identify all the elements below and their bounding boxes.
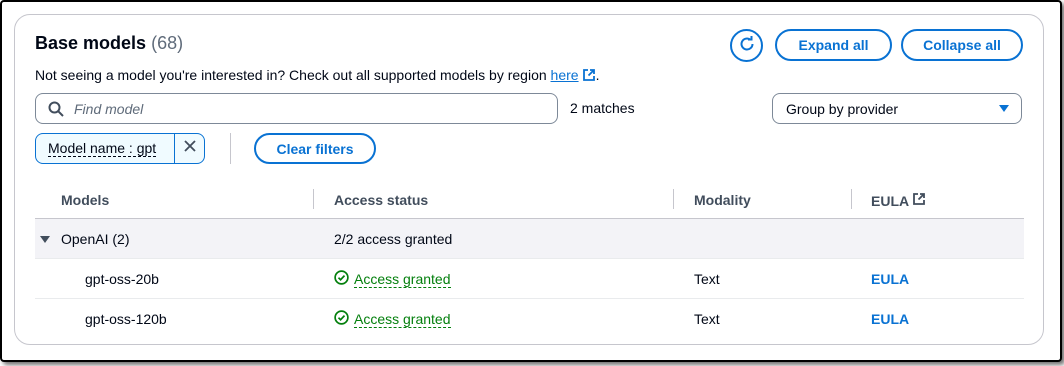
eula-header-text: EULA	[871, 192, 910, 209]
group-name: OpenAI (2)	[61, 231, 130, 247]
model-count: (68)	[151, 33, 184, 53]
page-title: Base models (68)	[35, 33, 183, 54]
access-status[interactable]: Access granted	[334, 310, 451, 328]
filter-token-label: Model name : gpt	[36, 134, 168, 163]
group-access-summary: 2/2 access granted	[334, 231, 453, 247]
link-text: here	[550, 67, 579, 83]
model-name: gpt-oss-120b	[85, 311, 167, 327]
caret-down-icon	[999, 105, 1009, 112]
column-header-access-status[interactable]: Access status	[334, 192, 428, 208]
check-circle-icon	[334, 310, 349, 328]
eula-link[interactable]: EULA	[871, 271, 909, 287]
clear-filters-button[interactable]: Clear filters	[254, 133, 376, 164]
column-header-models[interactable]: Models	[61, 192, 109, 208]
column-divider[interactable]	[673, 189, 674, 209]
models-table: Models Access status Modality EULA OpenA…	[35, 179, 1024, 339]
expand-all-button[interactable]: Expand all	[775, 29, 892, 61]
subtitle: Not seeing a model you're interested in?…	[35, 67, 599, 85]
group-row-openai[interactable]: OpenAI (2) 2/2 access granted	[35, 219, 1024, 259]
search-input[interactable]	[74, 100, 514, 117]
collapse-all-button[interactable]: Collapse all	[901, 29, 1023, 61]
model-name: gpt-oss-20b	[85, 271, 159, 287]
screenshot-frame: Base models (68) Not seeing a model you'…	[0, 0, 1062, 362]
subtitle-text: Not seeing a model you're interested in?…	[35, 67, 547, 83]
column-header-eula[interactable]: EULA	[871, 192, 926, 209]
supported-models-link[interactable]: here	[551, 67, 579, 83]
external-link-icon	[582, 68, 596, 85]
table-row: gpt-oss-120b Access granted Text EULA	[35, 299, 1024, 339]
column-header-modality[interactable]: Modality	[694, 192, 751, 208]
group-by-value: Group by provider	[786, 100, 899, 117]
column-divider[interactable]	[851, 189, 852, 209]
remove-filter-button[interactable]	[174, 134, 204, 163]
column-divider[interactable]	[313, 189, 314, 209]
check-circle-icon	[334, 270, 349, 288]
group-by-select[interactable]: Group by provider	[772, 93, 1022, 124]
external-link-icon	[912, 192, 926, 209]
match-count: 2 matches	[570, 100, 635, 116]
access-status-text: Access granted	[354, 270, 451, 288]
title-text: Base models	[35, 33, 147, 53]
refresh-button[interactable]	[730, 29, 763, 62]
modality: Text	[694, 271, 720, 287]
access-status-text: Access granted	[354, 310, 451, 328]
table-header: Models Access status Modality EULA	[35, 179, 1024, 219]
modality: Text	[694, 311, 720, 327]
subtitle-period: .	[595, 67, 600, 83]
close-icon	[183, 139, 197, 158]
search-icon	[48, 101, 64, 117]
expand-caret-icon[interactable]	[40, 236, 50, 243]
eula-link[interactable]: EULA	[871, 311, 909, 327]
table-row: gpt-oss-20b Access granted Text EULA	[35, 259, 1024, 299]
filter-token-text: Model name : gpt	[48, 140, 157, 157]
base-models-panel: Base models (68) Not seeing a model you'…	[14, 14, 1044, 345]
filter-token: Model name : gpt	[35, 133, 205, 164]
refresh-icon	[738, 35, 756, 56]
filter-divider	[230, 133, 231, 164]
access-status[interactable]: Access granted	[334, 270, 451, 288]
search-field[interactable]	[35, 93, 558, 124]
